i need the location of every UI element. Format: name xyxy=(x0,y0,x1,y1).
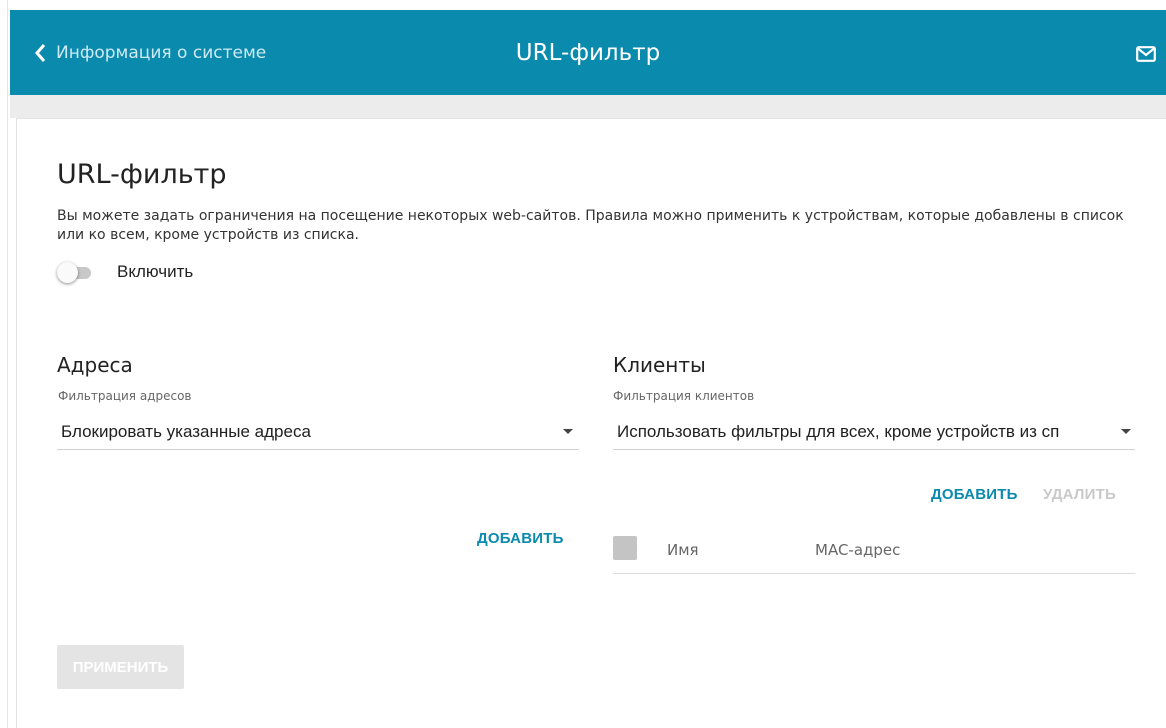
addresses-filter-value: Блокировать указанные адреса xyxy=(61,421,311,441)
column-mac-address: MAC-адрес xyxy=(815,541,901,559)
clients-filter-label: Фильтрация клиентов xyxy=(613,389,755,403)
toggle-knob xyxy=(57,262,78,283)
enable-toggle[interactable] xyxy=(57,262,93,283)
addresses-title: Адреса xyxy=(57,353,133,377)
addresses-filter-label: Фильтрация адресов xyxy=(58,389,192,403)
apply-button[interactable]: ПРИМЕНИТЬ xyxy=(57,645,184,689)
header-gap xyxy=(10,95,1166,118)
chevron-down-icon xyxy=(1121,429,1131,434)
back-label: Информация о системе xyxy=(56,42,267,63)
clients-table-header: Имя MAC-адрес xyxy=(613,524,1135,574)
clients-filter-select[interactable]: Использовать фильтры для всех, кроме уст… xyxy=(613,414,1135,450)
window-top-edge xyxy=(0,0,1166,10)
url-filter-card: URL-фильтр Вы можете задать ограничения … xyxy=(16,118,1166,728)
top-bar: Информация о системе URL-фильтр xyxy=(10,10,1166,95)
addresses-add-button[interactable]: ДОБАВИТЬ xyxy=(477,530,564,547)
page-description: Вы можете задать ограничения на посещени… xyxy=(57,208,1124,243)
select-all-checkbox[interactable] xyxy=(613,536,637,560)
enable-label: Включить xyxy=(117,262,194,281)
window-left-edge xyxy=(0,0,8,728)
clients-delete-button[interactable]: УДАЛИТЬ xyxy=(1043,486,1116,503)
chevron-down-icon xyxy=(563,429,573,434)
clients-title: Клиенты xyxy=(613,353,706,377)
clients-add-button[interactable]: ДОБАВИТЬ xyxy=(931,486,1018,503)
mail-icon[interactable] xyxy=(1136,46,1156,64)
addresses-filter-select[interactable]: Блокировать указанные адреса xyxy=(57,414,579,450)
enable-toggle-row[interactable]: Включить xyxy=(57,262,194,283)
column-name: Имя xyxy=(667,541,699,559)
back-button[interactable]: Информация о системе xyxy=(34,10,266,95)
clients-filter-value: Использовать фильтры для всех, кроме уст… xyxy=(617,421,1060,441)
chevron-left-icon xyxy=(34,43,46,63)
page-title: URL-фильтр xyxy=(57,159,227,190)
